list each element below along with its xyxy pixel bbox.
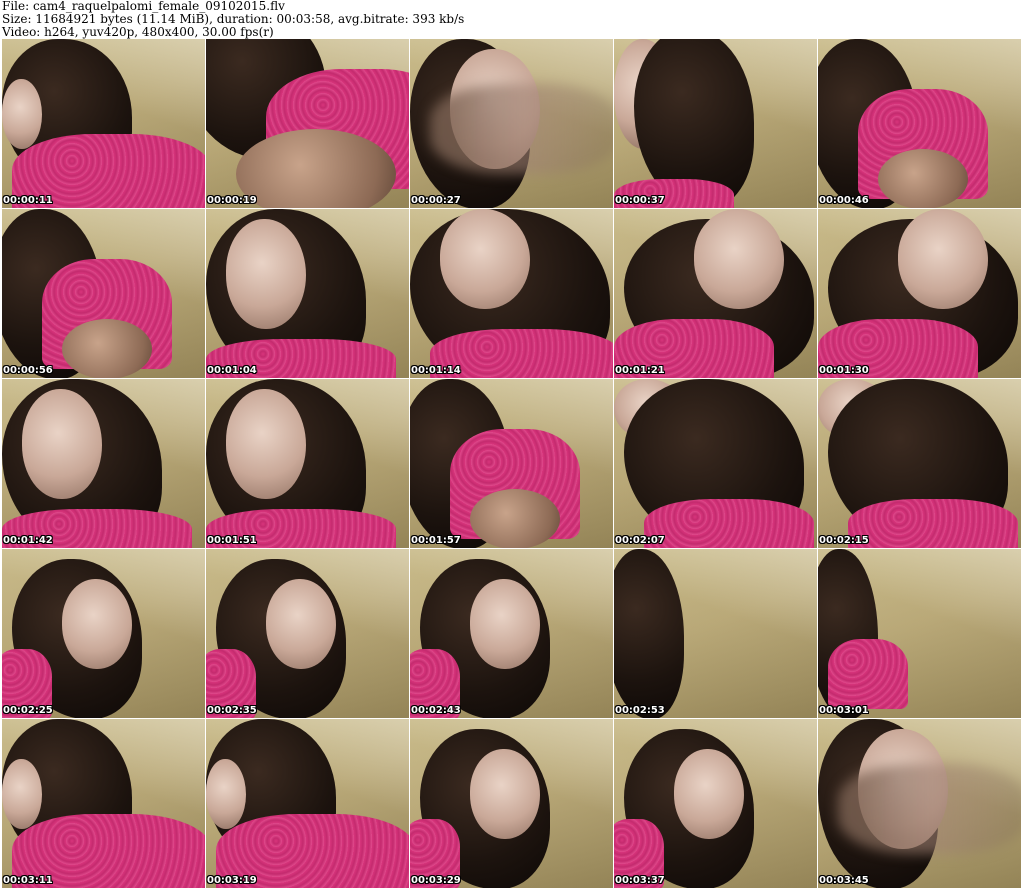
thumbnail-timestamp: 00:00:37 [615, 195, 665, 206]
thumbnail-timestamp: 00:02:15 [819, 535, 869, 546]
thumbnail-timestamp: 00:01:04 [207, 365, 257, 376]
video-thumbnail: 00:02:35 [206, 549, 409, 718]
video-thumbnail: 00:01:57 [410, 379, 613, 548]
video-thumbnail: 00:03:19 [206, 719, 409, 888]
frame-arm [62, 319, 152, 378]
thumbnail-grid: 00:00:11 00:00:19 00:00:27 00:00:37 00:00:46… [2, 39, 1022, 889]
video-thumbnail: 00:01:04 [206, 209, 409, 378]
video-thumbnail: 00:00:46 [818, 39, 1021, 208]
frame-arm [470, 489, 560, 548]
file-info-header: File: cam4_raquelpalomi_female_09102015.… [0, 0, 1024, 39]
thumbnail-timestamp: 00:03:19 [207, 875, 257, 886]
frame-shirt [848, 499, 1018, 548]
thumbnail-timestamp: 00:01:14 [411, 365, 461, 376]
frame-face [694, 209, 784, 309]
thumbnail-timestamp: 00:02:07 [615, 535, 665, 546]
video-thumbnail: 00:01:42 [2, 379, 205, 548]
frame-face [674, 749, 744, 839]
frame-face [22, 389, 102, 499]
thumbnail-timestamp: 00:03:29 [411, 875, 461, 886]
video-thumbnail: 00:00:37 [614, 39, 817, 208]
video-thumbnail: 00:01:51 [206, 379, 409, 548]
video-thumbnail: 00:00:56 [2, 209, 205, 378]
thumbnail-timestamp: 00:03:45 [819, 875, 869, 886]
thumbnail-timestamp: 00:03:11 [3, 875, 53, 886]
video-thumbnail: 00:02:25 [2, 549, 205, 718]
video-thumbnail: 00:03:37 [614, 719, 817, 888]
thumbnail-timestamp: 00:00:11 [3, 195, 53, 206]
frame-face [898, 209, 988, 309]
thumbnail-timestamp: 00:00:46 [819, 195, 869, 206]
thumbnail-timestamp: 00:01:30 [819, 365, 869, 376]
thumbnail-timestamp: 00:02:35 [207, 705, 257, 716]
thumbnail-timestamp: 00:02:53 [615, 705, 665, 716]
frame-face [206, 759, 246, 829]
frame-blur [430, 84, 613, 174]
frame-face [2, 759, 42, 829]
video-thumbnail: 00:00:11 [2, 39, 205, 208]
video-thumbnail: 00:03:45 [818, 719, 1021, 888]
video-thumbnail: 00:01:21 [614, 209, 817, 378]
frame-face [440, 209, 530, 309]
video-thumbnail: 00:00:27 [410, 39, 613, 208]
video-thumbnail: 00:03:01 [818, 549, 1021, 718]
thumbnail-timestamp: 00:02:43 [411, 705, 461, 716]
frame-blur [838, 764, 1021, 854]
thumbnail-timestamp: 00:00:19 [207, 195, 257, 206]
thumbnail-timestamp: 00:00:27 [411, 195, 461, 206]
thumbnail-timestamp: 00:02:25 [3, 705, 53, 716]
video-thumbnail: 00:01:30 [818, 209, 1021, 378]
video-info-line: Video: h264, yuv420p, 480x400, 30.00 fps… [2, 25, 274, 39]
video-thumbnail: 00:02:07 [614, 379, 817, 548]
thumbnail-timestamp: 00:01:57 [411, 535, 461, 546]
thumbnail-timestamp: 00:01:51 [207, 535, 257, 546]
video-thumbnail: 00:00:19 [206, 39, 409, 208]
video-thumbnail: 00:03:11 [2, 719, 205, 888]
frame-face [470, 749, 540, 839]
video-thumbnail: 00:03:29 [410, 719, 613, 888]
frame-face [226, 389, 306, 499]
thumbnail-timestamp: 00:01:42 [3, 535, 53, 546]
thumbnail-timestamp: 00:03:37 [615, 875, 665, 886]
frame-face [62, 579, 132, 669]
thumbnail-timestamp: 00:00:56 [3, 365, 53, 376]
frame-face [2, 79, 42, 149]
frame-arm [878, 149, 968, 208]
frame-shirt [828, 639, 908, 709]
frame-face [266, 579, 336, 669]
frame-shirt [644, 499, 814, 548]
video-thumbnail: 00:02:53 [614, 549, 817, 718]
thumbnail-timestamp: 00:03:01 [819, 705, 869, 716]
thumbnail-timestamp: 00:01:21 [615, 365, 665, 376]
frame-face [226, 219, 306, 329]
video-thumbnail: 00:02:43 [410, 549, 613, 718]
video-thumbnail: 00:02:15 [818, 379, 1021, 548]
frame-face [470, 579, 540, 669]
video-thumbnail: 00:01:14 [410, 209, 613, 378]
